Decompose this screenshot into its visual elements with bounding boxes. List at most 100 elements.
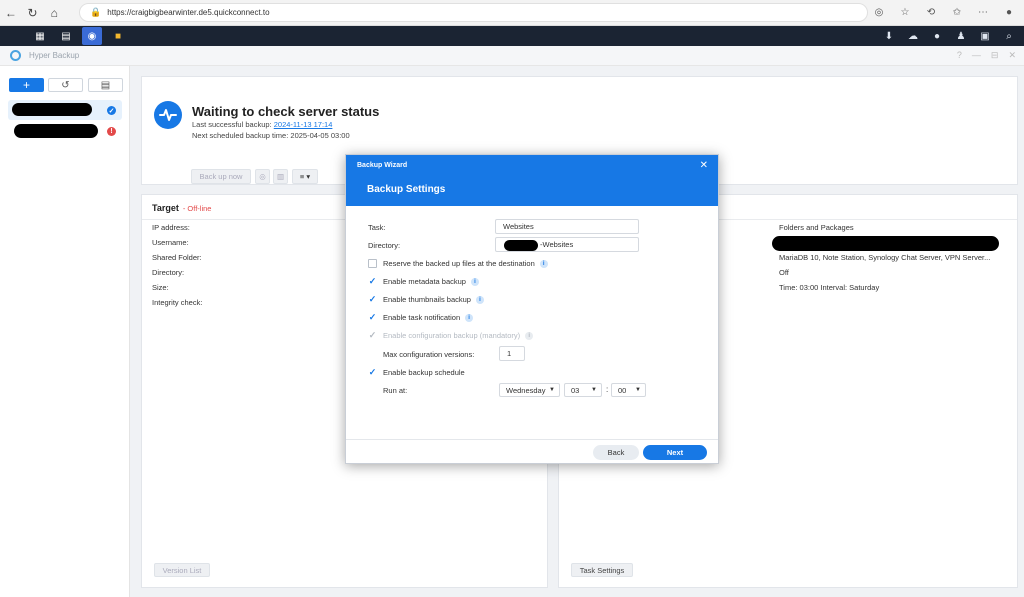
max-config-label: Max configuration versions: <box>383 350 475 359</box>
package-center-icon[interactable]: ▤ <box>56 27 76 45</box>
back-arrow-icon[interactable]: ← <box>0 2 22 24</box>
home-icon[interactable]: ⌂ <box>43 2 65 24</box>
size-label: Size: <box>152 283 169 292</box>
caret-down-icon: ▼ <box>591 387 597 393</box>
log-button[interactable]: ▤ <box>88 78 123 92</box>
redacted-block <box>772 236 999 251</box>
info-icon: i <box>525 331 534 340</box>
minimize-icon[interactable]: — <box>972 50 981 61</box>
offline-status: - Off-line <box>182 204 212 213</box>
extensions-icon[interactable]: ⟲ <box>920 3 942 23</box>
thumbnails-backup-checkbox[interactable]: ✓ Enable thumbnails backup i <box>368 294 484 304</box>
app-title-bar: Hyper Backup ? — ⊟ ✕ <box>0 46 1024 66</box>
address-bar[interactable]: 🔒 https://craigbigbearwinter.de5.quickco… <box>79 3 868 22</box>
search-icon[interactable]: ⌕ <box>1000 27 1018 45</box>
close-icon[interactable]: ✕ <box>1008 50 1016 61</box>
dialog-header: Backup Wizard ✕ Backup Settings <box>346 155 718 206</box>
error-status-icon: ! <box>107 127 116 136</box>
directory-input[interactable]: -Websites <box>495 237 639 252</box>
backup-wizard-dialog: Backup Wizard ✕ Backup Settings Task: We… <box>345 154 719 464</box>
backup-now-button[interactable]: Back up now <box>191 169 251 184</box>
sidebar: + ↺ ▤ ✓ ! <box>0 66 130 597</box>
last-backup-link[interactable]: 2024-11-13 17:14 <box>274 120 333 129</box>
max-config-input[interactable]: 1 <box>499 346 525 361</box>
source-type-value: Folders and Packages <box>779 223 854 232</box>
integrity-check-label: Integrity check: <box>152 298 203 307</box>
metadata-backup-checkbox[interactable]: ✓ Enable metadata backup i <box>368 276 479 286</box>
checkmark-icon: ✓ <box>368 294 377 304</box>
download-icon[interactable]: ⬇ <box>880 27 898 45</box>
ip-address-label: IP address: <box>152 223 190 232</box>
browser-toolbar: ← ↻ ⌂ 🔒 https://craigbigbearwinter.de5.q… <box>0 0 1024 26</box>
task-label: Task: <box>368 223 386 232</box>
reserve-files-checkbox[interactable]: Reserve the backed up files at the desti… <box>368 259 548 268</box>
more-actions-menu-icon[interactable]: ≡ ▾ <box>292 169 318 184</box>
caret-down-icon: ▼ <box>549 387 555 393</box>
lock-icon: 🔒 <box>90 7 102 17</box>
source-packages-value: MariaDB 10, Note Station, Synology Chat … <box>779 253 991 262</box>
dsm-taskbar: ▦ ▤ ◉ ■ ⬇ ☁ ● ♟ ▣ ⌕ <box>0 26 1024 46</box>
version-list-button[interactable]: Version List <box>154 563 210 577</box>
statistics-icon[interactable]: ▥ <box>273 169 288 184</box>
pulse-status-icon <box>154 101 182 129</box>
day-select[interactable]: Wednesday ▼ <box>499 383 560 397</box>
directory-field-label: Directory: <box>368 241 401 250</box>
target-title: Target - Off-line <box>152 203 212 213</box>
redacted-block <box>14 124 98 138</box>
integrity-check-icon[interactable]: ◎ <box>255 169 270 184</box>
sidebar-task-item[interactable]: ✓ <box>8 100 122 120</box>
back-button[interactable]: Back <box>593 445 639 460</box>
tracking-icon[interactable]: ◎ <box>868 3 890 23</box>
hyper-backup-task-icon[interactable]: ◉ <box>82 27 102 45</box>
info-icon[interactable]: i <box>465 313 474 322</box>
info-icon[interactable]: i <box>539 259 548 268</box>
caret-down-icon: ▼ <box>635 387 641 393</box>
checkmark-icon: ✓ <box>368 330 377 340</box>
checkmark-icon: ✓ <box>368 276 377 286</box>
dialog-close-icon[interactable]: ✕ <box>700 160 708 171</box>
checkbox-unchecked-icon <box>368 259 377 268</box>
backup-schedule-checkbox[interactable]: ✓ Enable backup schedule <box>368 367 465 377</box>
checkmark-icon: ✓ <box>368 312 377 322</box>
widgets-icon[interactable]: ▣ <box>976 27 994 45</box>
copilot-icon[interactable]: ● <box>998 3 1020 23</box>
file-station-icon[interactable]: ■ <box>108 27 128 45</box>
reload-icon[interactable]: ↻ <box>22 2 44 24</box>
main-menu-icon[interactable]: ▦ <box>30 27 50 45</box>
next-backup-line: Next scheduled backup time: 2025-04-05 0… <box>192 131 350 140</box>
schedule-value: Time: 03:00 Interval: Saturday <box>779 283 880 292</box>
run-at-label: Run at: <box>383 386 408 395</box>
status-title: Waiting to check server status <box>192 104 380 119</box>
add-task-button[interactable]: + <box>9 78 44 92</box>
config-backup-checkbox: ✓ Enable configuration backup (mandatory… <box>368 330 534 340</box>
task-input[interactable]: Websites <box>495 219 639 234</box>
directory-label: Directory: <box>152 268 185 277</box>
user-icon[interactable]: ♟ <box>952 27 970 45</box>
next-button[interactable]: Next <box>643 445 707 460</box>
checkmark-icon: ✓ <box>368 367 377 377</box>
shared-folder-label: Shared Folder: <box>152 253 202 262</box>
task-status-icon: ✓ <box>107 106 116 115</box>
more-menu-icon[interactable]: ⋯ <box>972 3 994 23</box>
dialog-title: Backup Settings <box>367 184 446 195</box>
notifications-icon[interactable]: ☁ <box>904 27 922 45</box>
maximize-icon[interactable]: ⊟ <box>991 50 999 61</box>
info-icon[interactable]: i <box>470 277 479 286</box>
chat-icon[interactable]: ● <box>928 27 946 45</box>
username-label: Username: <box>152 238 189 247</box>
redacted-block <box>12 103 92 116</box>
favorite-star-icon[interactable]: ☆ <box>894 3 916 23</box>
sidebar-task-item[interactable]: ! <box>8 122 122 142</box>
help-icon[interactable]: ? <box>957 50 962 61</box>
favorites-icon[interactable]: ✩ <box>946 3 968 23</box>
info-icon[interactable]: i <box>475 295 484 304</box>
hour-select[interactable]: 03 ▼ <box>564 383 602 397</box>
restore-button[interactable]: ↺ <box>48 78 83 92</box>
last-backup-line: Last successful backup: 2024-11-13 17:14 <box>192 120 333 129</box>
task-settings-button[interactable]: Task Settings <box>571 563 633 577</box>
task-notification-checkbox[interactable]: ✓ Enable task notification i <box>368 312 474 322</box>
redacted-block <box>504 240 538 251</box>
encryption-value: Off <box>779 268 789 277</box>
dialog-footer-divider <box>346 439 718 440</box>
minute-select[interactable]: 00 ▼ <box>611 383 646 397</box>
